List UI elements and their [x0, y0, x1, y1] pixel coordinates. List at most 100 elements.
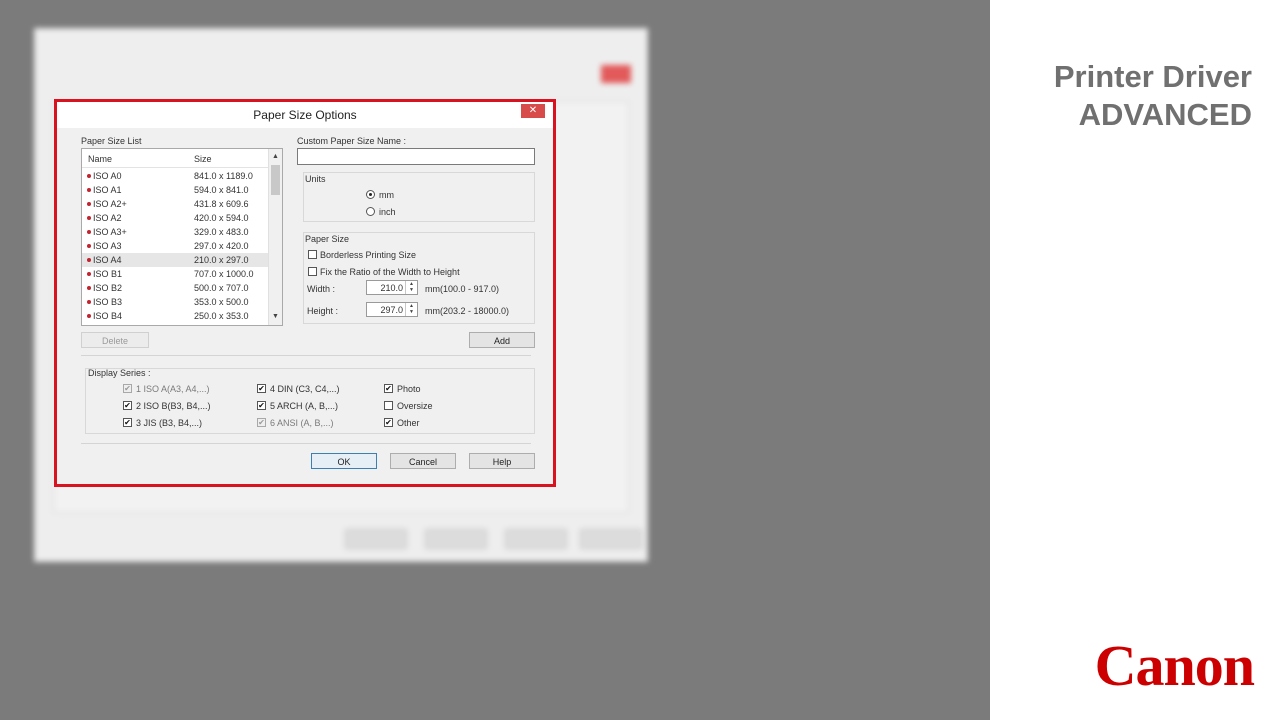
- width-spinner[interactable]: 210.0 ▲ ▼: [366, 280, 418, 295]
- series-checkbox[interactable]: ✔: [257, 384, 266, 393]
- height-label: Height :: [307, 306, 339, 316]
- list-header: Name Size: [82, 149, 268, 168]
- scroll-down-icon[interactable]: ▼: [269, 311, 282, 323]
- paper-size: 329.0 x 483.0: [194, 227, 249, 237]
- paper-name: ISO A2: [93, 213, 122, 223]
- list-item[interactable]: ISO A3 297.0 x 420.0: [82, 239, 268, 253]
- list-item[interactable]: ISO A2 420.0 x 594.0: [82, 211, 268, 225]
- paper-size: 500.0 x 707.0: [194, 283, 249, 293]
- paper-size-dot-icon: [87, 244, 91, 248]
- custom-name-input[interactable]: [297, 148, 535, 165]
- series-checkbox[interactable]: ✔: [384, 384, 393, 393]
- brand-panel: Printer Driver ADVANCED Canon: [990, 0, 1280, 720]
- height-spinner[interactable]: 297.0 ▲ ▼: [366, 302, 418, 317]
- paper-size: 353.0 x 500.0: [194, 297, 249, 307]
- series-label: Photo: [397, 384, 421, 394]
- radio-inch-label: inch: [379, 207, 396, 217]
- brand-title-line1: Printer Driver: [1053, 59, 1252, 94]
- series-label: 3 JIS (B3, B4,...): [136, 418, 203, 428]
- list-item[interactable]: ISO A4 210.0 x 297.0: [82, 253, 268, 267]
- list-rows: ISO A0 841.0 x 1189.0 ISO A1 594.0 x 841.0 I…: [82, 169, 268, 323]
- series-checkbox[interactable]: ✔: [123, 418, 132, 427]
- series-checkbox[interactable]: ✔: [384, 418, 393, 427]
- list-item[interactable]: ISO B3 353.0 x 500.0: [82, 295, 268, 309]
- paper-size: 431.8 x 609.6: [194, 199, 249, 209]
- paper-size-dot-icon: [87, 286, 91, 290]
- list-scrollbar[interactable]: ▲ ▼: [268, 149, 282, 325]
- paper-size: 250.0 x 353.0: [194, 311, 249, 321]
- paper-size-dot-icon: [87, 272, 91, 276]
- paper-size-list-label: Paper Size List: [81, 136, 142, 146]
- paper-size: 594.0 x 841.0: [194, 185, 249, 195]
- column-header-size[interactable]: Size: [194, 154, 212, 164]
- paper-size-dot-icon: [87, 258, 91, 262]
- series-label: Other: [397, 418, 420, 428]
- paper-name: ISO A2+: [93, 199, 127, 209]
- background-close-icon: [601, 65, 631, 83]
- radio-inch[interactable]: [366, 207, 375, 216]
- list-item[interactable]: ISO B2 500.0 x 707.0: [82, 281, 268, 295]
- series-label: 2 ISO B(B3, B4,...): [136, 401, 211, 411]
- separator: [81, 443, 531, 444]
- paper-name: ISO A0: [93, 171, 122, 181]
- paper-name: ISO B2: [93, 283, 123, 293]
- paper-name: ISO A3+: [93, 227, 127, 237]
- delete-button[interactable]: Delete: [81, 332, 149, 348]
- series-checkbox[interactable]: ✔: [123, 401, 132, 410]
- radio-mm[interactable]: [366, 190, 375, 199]
- spinner-arrows-icon[interactable]: ▲ ▼: [405, 303, 417, 316]
- series-checkbox[interactable]: [384, 401, 393, 410]
- series-checkbox[interactable]: ✔: [257, 401, 266, 410]
- borderless-label: Borderless Printing Size: [320, 250, 417, 260]
- series-checkbox[interactable]: ✔: [257, 418, 266, 427]
- list-item[interactable]: ISO A0 841.0 x 1189.0: [82, 169, 268, 183]
- paper-name: ISO B4: [93, 311, 123, 321]
- paper-size-options-dialog: Paper Size Options ✕ Paper Size List Nam…: [54, 99, 556, 487]
- fix-ratio-label: Fix the Ratio of the Width to Height: [320, 267, 460, 277]
- height-range: mm(203.2 - 18000.0): [425, 306, 510, 316]
- column-header-name[interactable]: Name: [88, 154, 112, 164]
- cancel-button[interactable]: Cancel: [390, 453, 456, 469]
- paper-size: 297.0 x 420.0: [194, 241, 249, 251]
- paper-size-list[interactable]: Name Size ISO A0 841.0 x 1189.0 ISO A1 594.…: [81, 148, 283, 326]
- paper-size: 210.0 x 297.0: [194, 255, 249, 265]
- paper-size-dot-icon: [87, 300, 91, 304]
- list-item[interactable]: ISO B1 707.0 x 1000.0: [82, 267, 268, 281]
- paper-name: ISO A4: [93, 255, 122, 265]
- paper-size-dot-icon: [87, 216, 91, 220]
- scroll-thumb[interactable]: [271, 165, 280, 195]
- custom-name-label: Custom Paper Size Name :: [297, 136, 407, 146]
- help-button[interactable]: Help: [469, 453, 535, 469]
- background-button: [505, 529, 567, 549]
- scroll-up-icon[interactable]: ▲: [269, 151, 282, 163]
- spinner-arrows-icon[interactable]: ▲ ▼: [405, 281, 417, 294]
- paper-size: 420.0 x 594.0: [194, 213, 249, 223]
- dialog-title: Paper Size Options: [253, 108, 357, 122]
- paper-name: ISO B1: [93, 269, 123, 279]
- series-checkbox[interactable]: ✔: [123, 384, 132, 393]
- add-button[interactable]: Add: [469, 332, 535, 348]
- video-stage: Paper Size Options ✕ Paper Size List Nam…: [0, 0, 990, 720]
- width-value: 210.0: [380, 283, 403, 293]
- paper-name: ISO A3: [93, 241, 122, 251]
- ok-button[interactable]: OK: [311, 453, 377, 469]
- list-item[interactable]: ISO A2+ 431.8 x 609.6: [82, 197, 268, 211]
- paper-size-dot-icon: [87, 230, 91, 234]
- close-icon[interactable]: ✕: [521, 104, 545, 118]
- dialog-titlebar: Paper Size Options ✕: [57, 102, 553, 128]
- radio-mm-label: mm: [379, 190, 394, 200]
- paper-size-dot-icon: [87, 314, 91, 318]
- list-item[interactable]: ISO B4 250.0 x 353.0: [82, 309, 268, 323]
- paper-size: 707.0 x 1000.0: [194, 269, 254, 279]
- background-button: [580, 529, 642, 549]
- paper-name: ISO A1: [93, 185, 122, 195]
- paper-size-dot-icon: [87, 188, 91, 192]
- borderless-checkbox[interactable]: [308, 250, 317, 259]
- list-item[interactable]: ISO A3+ 329.0 x 483.0: [82, 225, 268, 239]
- fix-ratio-checkbox[interactable]: [308, 267, 317, 276]
- separator: [81, 355, 531, 356]
- paper-size-dot-icon: [87, 202, 91, 206]
- paper-size-label: Paper Size: [305, 234, 350, 244]
- display-series-label: Display Series :: [88, 368, 151, 378]
- list-item[interactable]: ISO A1 594.0 x 841.0: [82, 183, 268, 197]
